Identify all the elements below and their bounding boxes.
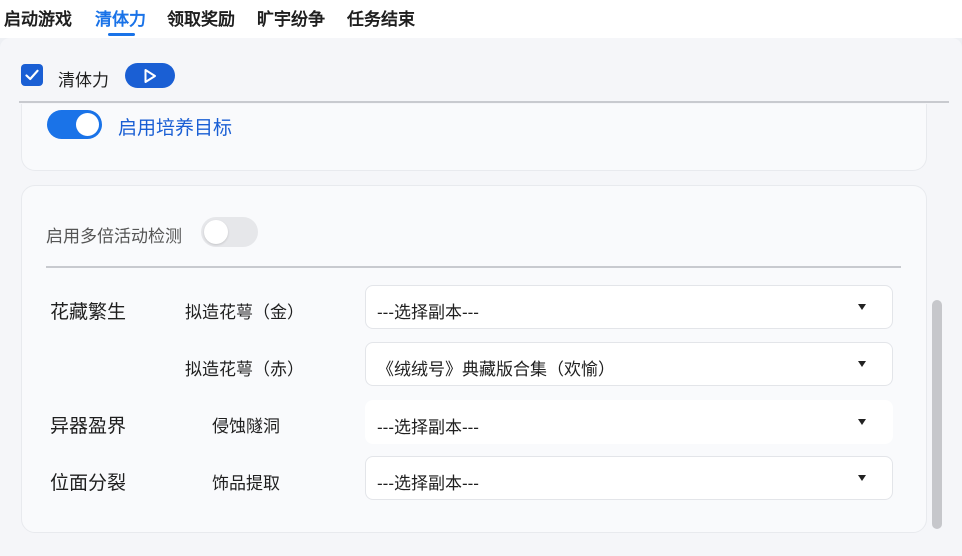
toggle-knob xyxy=(76,113,99,136)
dungeon-type-label: 拟造花萼（金） xyxy=(185,303,304,322)
category-label: 花藏繁生 xyxy=(50,302,127,323)
dungeon-type-label: 拟造花萼（赤） xyxy=(185,360,304,379)
caret-down-icon xyxy=(858,304,866,310)
caret-down-icon xyxy=(858,361,866,367)
tab-clear-stamina[interactable]: 清体力 xyxy=(95,5,146,30)
run-button[interactable] xyxy=(125,63,175,88)
checkmark-icon xyxy=(25,69,39,81)
tab-bar: 启动游戏 清体力 领取奖励 旷宇纷争 任务结束 xyxy=(0,0,962,38)
tab-launch-game[interactable]: 启动游戏 xyxy=(4,5,72,30)
multiplier-detection-label: 启用多倍活动检测 xyxy=(46,227,182,246)
dungeon-select[interactable]: ---选择副本--- xyxy=(365,285,893,329)
dungeon-select[interactable]: ---选择副本--- xyxy=(365,400,893,444)
tab-claim-rewards[interactable]: 领取奖励 xyxy=(167,5,235,30)
caret-down-icon xyxy=(858,475,866,481)
play-icon xyxy=(144,68,156,83)
tab-task-end[interactable]: 任务结束 xyxy=(347,5,415,30)
dungeon-select-value: ---选择副本--- xyxy=(377,303,479,322)
dungeon-select-value: ---选择副本--- xyxy=(377,474,479,493)
dungeon-select[interactable]: ---选择副本--- xyxy=(365,456,893,500)
category-label: 位面分裂 xyxy=(50,473,127,494)
header-divider xyxy=(19,101,949,103)
dungeon-type-label: 侵蚀隧洞 xyxy=(212,417,280,436)
enable-stamina-checkbox[interactable] xyxy=(21,64,43,86)
cultivation-target-label: 启用培养目标 xyxy=(118,118,233,139)
scrollbar-thumb[interactable] xyxy=(932,300,942,529)
active-tab-indicator xyxy=(108,33,135,36)
multiplier-detection-toggle[interactable] xyxy=(201,217,258,247)
caret-down-icon xyxy=(858,419,866,425)
tab-universe-conflict[interactable]: 旷宇纷争 xyxy=(257,5,325,30)
dungeon-type-label: 饰品提取 xyxy=(212,474,280,493)
toggle-knob xyxy=(204,220,228,244)
card-divider xyxy=(46,266,901,268)
cultivation-target-toggle[interactable] xyxy=(47,110,102,139)
dungeon-select-value: 《绒绒号》典藏版合集（欢愉） xyxy=(377,360,615,379)
section-title: 清体力 xyxy=(58,71,109,90)
dungeon-select[interactable]: 《绒绒号》典藏版合集（欢愉） xyxy=(365,342,893,386)
dungeon-select-value: ---选择副本--- xyxy=(377,418,479,437)
category-label: 异器盈界 xyxy=(50,416,127,437)
